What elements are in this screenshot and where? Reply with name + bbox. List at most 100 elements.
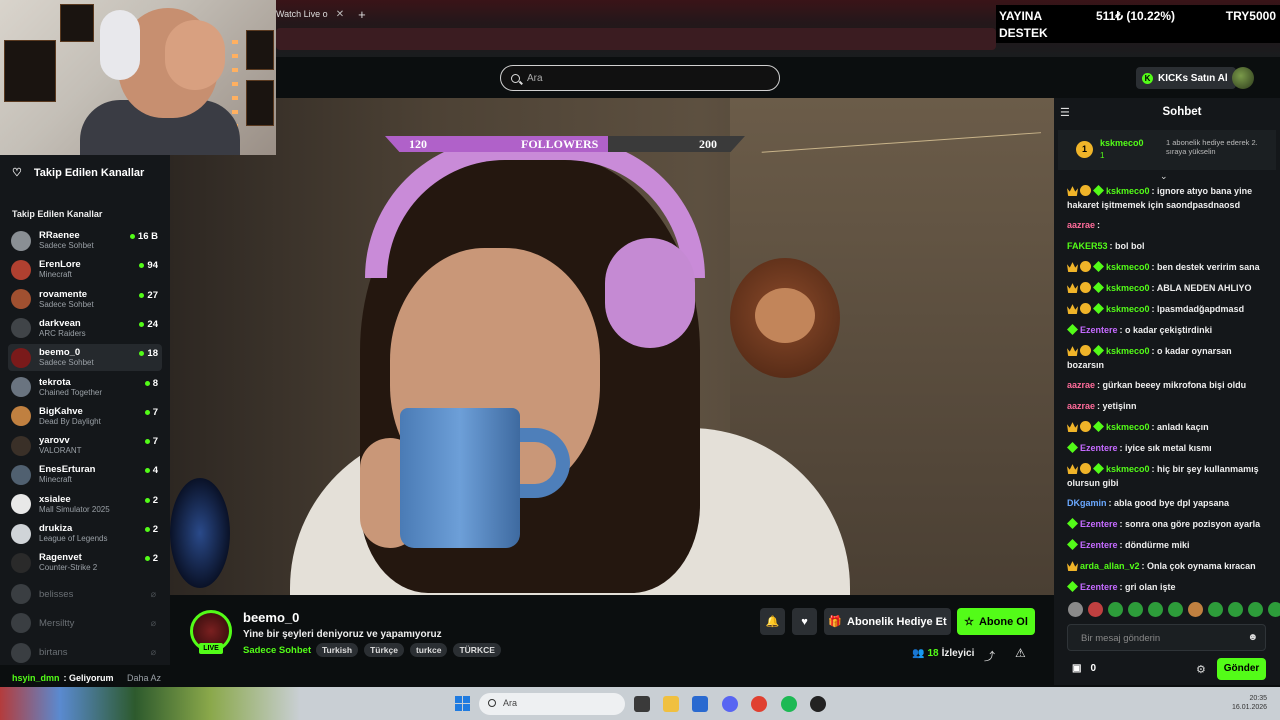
gem-badge-icon — [1067, 581, 1078, 592]
chat-message: FAKER53: bol bol — [1067, 241, 1145, 251]
video-player[interactable]: 120 FOLLOWERS 200 — [170, 98, 1054, 595]
spotify-icon[interactable] — [781, 696, 797, 712]
windows-start-icon[interactable] — [455, 696, 470, 711]
chat-message: Ezentere: gri olan işte — [1067, 580, 1263, 594]
address-bar[interactable] — [276, 28, 996, 50]
obs-icon[interactable] — [810, 696, 826, 712]
sidebar-channel-item[interactable]: BigKahve Dead By Daylight 7 — [8, 403, 162, 430]
emote-icon[interactable] — [1128, 602, 1143, 617]
chevron-down-icon[interactable]: ⌄ — [1160, 171, 1168, 182]
chat-username[interactable]: Ezentere — [1080, 325, 1118, 335]
pinned-gift-leaderboard[interactable]: 1 kskmeco0 1 1 abonelik hediye ederek 2.… — [1058, 130, 1276, 170]
sidebar-channel-item[interactable]: darkvean ARC Raiders 24 — [8, 315, 162, 342]
sidebar-channel-item[interactable]: Ragenvet Counter-Strike 2 2 — [8, 549, 162, 576]
sidebar-channel-item[interactable]: rovamente Sadece Sohbet 27 — [8, 286, 162, 313]
chat-username[interactable]: aazrae — [1067, 220, 1095, 230]
chat-username[interactable]: kskmeco0 — [1106, 464, 1150, 474]
chat-username[interactable]: DKgamin — [1067, 498, 1107, 508]
emote-icon[interactable] — [1088, 602, 1103, 617]
emote-icon[interactable] — [1108, 602, 1123, 617]
stream-tag[interactable]: TÜRKCE — [453, 643, 501, 657]
follow-button[interactable]: ♥ — [792, 608, 817, 635]
chat-username[interactable]: kskmeco0 — [1106, 186, 1150, 196]
gift-sub-button[interactable]: 🎁 Abonelik Hediye Et — [824, 608, 951, 635]
tab-close-icon[interactable]: ✕ — [336, 9, 344, 20]
chat-ticker: hsyin_dmn: Geliyorum — [0, 670, 120, 686]
stream-tag[interactable]: turkce — [409, 643, 448, 657]
chat-username[interactable]: kskmeco0 — [1106, 346, 1150, 356]
discord-icon[interactable] — [722, 696, 738, 712]
chat-username[interactable]: kskmeco0 — [1106, 283, 1150, 293]
sidebar-channel-item[interactable]: EnesErturan Minecraft 4 — [8, 461, 162, 488]
file-explorer-icon[interactable] — [663, 696, 679, 712]
crown-badge-icon — [1067, 464, 1078, 474]
chat-username[interactable]: aazrae — [1067, 380, 1095, 390]
report-icon[interactable]: ⚠ — [1015, 646, 1026, 660]
chat-username[interactable]: kskmeco0 — [1106, 304, 1150, 314]
chat-username[interactable]: kskmeco0 — [1106, 262, 1150, 272]
channel-name: xsialee — [39, 493, 71, 505]
chat-input[interactable]: Bir mesaj gönderin ☻ — [1067, 624, 1266, 651]
chat-username[interactable]: Ezentere — [1080, 443, 1118, 453]
channel-avatar — [11, 289, 31, 310]
notification-bell-button[interactable]: 🔔 — [760, 608, 785, 635]
channel-category: Minecraft — [39, 270, 72, 280]
chrome-icon[interactable] — [751, 696, 767, 712]
subscribe-button[interactable]: ☆ Abone Ol — [957, 608, 1035, 635]
chat-username[interactable]: kskmeco0 — [1106, 422, 1150, 432]
chat-username[interactable]: Ezentere — [1080, 582, 1118, 592]
user-avatar[interactable] — [1232, 67, 1254, 89]
emote-icon[interactable] — [1188, 602, 1203, 617]
chat-text: sonra ona göre pozisyon ayarla — [1122, 519, 1261, 529]
stream-tag[interactable]: Türkçe — [364, 643, 404, 657]
stream-tag[interactable]: Turkish — [316, 643, 359, 657]
chat-username[interactable]: Ezentere — [1080, 519, 1118, 529]
sidebar-channel-item[interactable]: RRaenee Sadece Sohbet 16 B — [8, 227, 162, 254]
sidebar-channel-item[interactable]: tekrota Chained Together 8 — [8, 374, 162, 401]
emoji-icon[interactable]: ☻ — [1247, 632, 1258, 643]
sub-badge-icon — [1080, 303, 1091, 314]
sidebar-channel-item[interactable]: drukiza League of Legends 2 — [8, 520, 162, 547]
sidebar-offline-channel[interactable]: belisses ⌀ — [8, 581, 162, 608]
sidebar-offline-channel[interactable]: birtans ⌀ — [8, 639, 162, 666]
channel-name[interactable]: beemo_0 — [243, 610, 299, 625]
system-clock[interactable]: 20:35 16.01.2026 — [1232, 694, 1267, 712]
emote-icon[interactable] — [1208, 602, 1223, 617]
taskbar-search[interactable]: Ara — [479, 693, 625, 715]
browser-tab[interactable]: Watch Live o — [276, 9, 328, 19]
sub-badge-icon — [1080, 282, 1091, 293]
task-view-icon[interactable] — [634, 696, 650, 712]
new-tab-icon[interactable]: + — [358, 7, 366, 22]
sidebar-header[interactable]: ♡ Takip Edilen Kanallar — [12, 166, 144, 180]
sidebar-channel-item[interactable]: xsialee Mall Simulator 2025 2 — [8, 491, 162, 518]
buy-kicks-button[interactable]: K KICKs Satın Al — [1136, 67, 1236, 89]
chat-username[interactable]: aazrae — [1067, 401, 1095, 411]
emote-icon[interactable] — [1248, 602, 1263, 617]
send-button[interactable]: Gönder — [1217, 658, 1266, 680]
sidebar-channel-item[interactable]: beemo_0 Sadece Sohbet 18 — [8, 344, 162, 372]
emote-icon[interactable] — [1148, 602, 1163, 617]
chat-username[interactable]: arda_allan_v2 — [1080, 561, 1140, 571]
emote-icon[interactable] — [1168, 602, 1183, 617]
emote-icon[interactable] — [1268, 602, 1280, 617]
sidebar-channel-item[interactable]: ErenLore Minecraft 94 — [8, 256, 162, 283]
donation-overlay: YAYINA DESTEK 511₺ (10.22%) TRY5000 — [996, 5, 1280, 43]
search-input[interactable]: Ara — [500, 65, 780, 91]
live-dot-icon — [129, 234, 135, 239]
crown-badge-icon — [1067, 422, 1078, 432]
emote-icon[interactable] — [1228, 602, 1243, 617]
gear-icon[interactable]: ⚙ — [1196, 663, 1206, 676]
stream-category[interactable]: Sadece Sohbet — [243, 645, 311, 656]
sidebar-offline-channel[interactable]: Mersiltty ⌀ — [8, 610, 162, 637]
emote-icon[interactable] — [1068, 602, 1083, 617]
sidebar-channel-item[interactable]: yarovv VALORANT 7 — [8, 432, 162, 459]
donation-amount: 511₺ (10.22%) — [1096, 9, 1176, 23]
share-icon[interactable]: ⤴ — [984, 648, 995, 664]
store-icon[interactable] — [692, 696, 708, 712]
channel-viewers: 4 — [144, 465, 158, 476]
kicks-balance[interactable]: ▣ 0 — [1072, 663, 1096, 674]
chat-username[interactable]: FAKER53 — [1067, 241, 1108, 251]
channel-name: EnesErturan — [39, 464, 96, 476]
chat-username[interactable]: Ezentere — [1080, 540, 1118, 550]
show-less-link[interactable]: Daha Az — [127, 673, 161, 683]
